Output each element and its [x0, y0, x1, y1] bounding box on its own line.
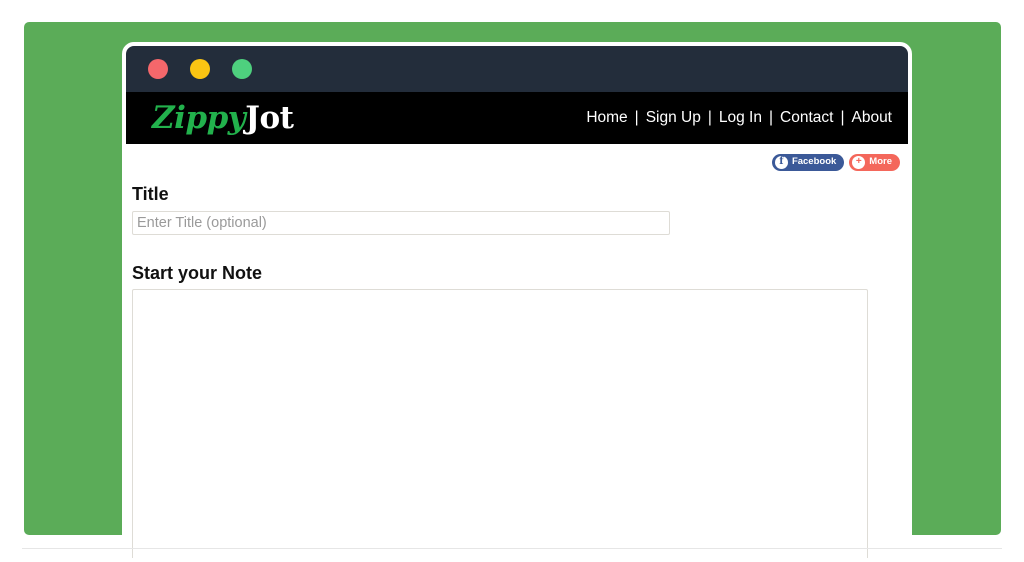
- nav-item-home[interactable]: Home: [584, 109, 629, 127]
- brand-logo[interactable]: ZippyJot: [152, 99, 294, 136]
- nav-separator: |: [769, 109, 774, 126]
- bottom-divider: [22, 548, 1002, 549]
- title-input[interactable]: [132, 210, 670, 235]
- share-more-button[interactable]: + More: [849, 153, 900, 171]
- note-field-label: Start your Note: [132, 262, 263, 283]
- share-more-label: More: [869, 156, 892, 168]
- brand-name-first: Zippy: [152, 99, 246, 136]
- nav-item-sign-up[interactable]: Sign Up: [644, 109, 703, 127]
- brand-name-second: Jot: [245, 99, 294, 136]
- note-textarea[interactable]: [132, 289, 868, 558]
- browser-window: ZippyJot Home | Sign Up | Log In | Conta…: [122, 42, 912, 562]
- social-share-bar: f Facebook + More: [126, 144, 908, 176]
- nav-separator: |: [634, 109, 639, 126]
- facebook-icon: f: [774, 155, 788, 169]
- main-nav: Home | Sign Up | Log In | Contact | Abou…: [584, 109, 894, 127]
- close-window-button[interactable]: [148, 59, 168, 79]
- nav-separator: |: [707, 109, 712, 126]
- nav-item-log-in[interactable]: Log In: [717, 109, 764, 127]
- browser-titlebar: [126, 46, 908, 92]
- plus-icon: +: [852, 155, 866, 169]
- page-canvas: ZippyJot Home | Sign Up | Log In | Conta…: [0, 0, 1024, 562]
- title-field-label: Title: [132, 184, 169, 204]
- maximize-window-button[interactable]: [232, 59, 252, 79]
- site-navbar: ZippyJot Home | Sign Up | Log In | Conta…: [126, 92, 908, 144]
- nav-item-about[interactable]: About: [849, 109, 894, 127]
- minimize-window-button[interactable]: [190, 59, 210, 79]
- note-form: Title Start your Note: [126, 176, 908, 558]
- share-facebook-button[interactable]: f Facebook: [771, 153, 845, 171]
- nav-separator: |: [840, 109, 845, 126]
- share-facebook-label: Facebook: [791, 156, 837, 168]
- nav-item-contact[interactable]: Contact: [778, 109, 835, 127]
